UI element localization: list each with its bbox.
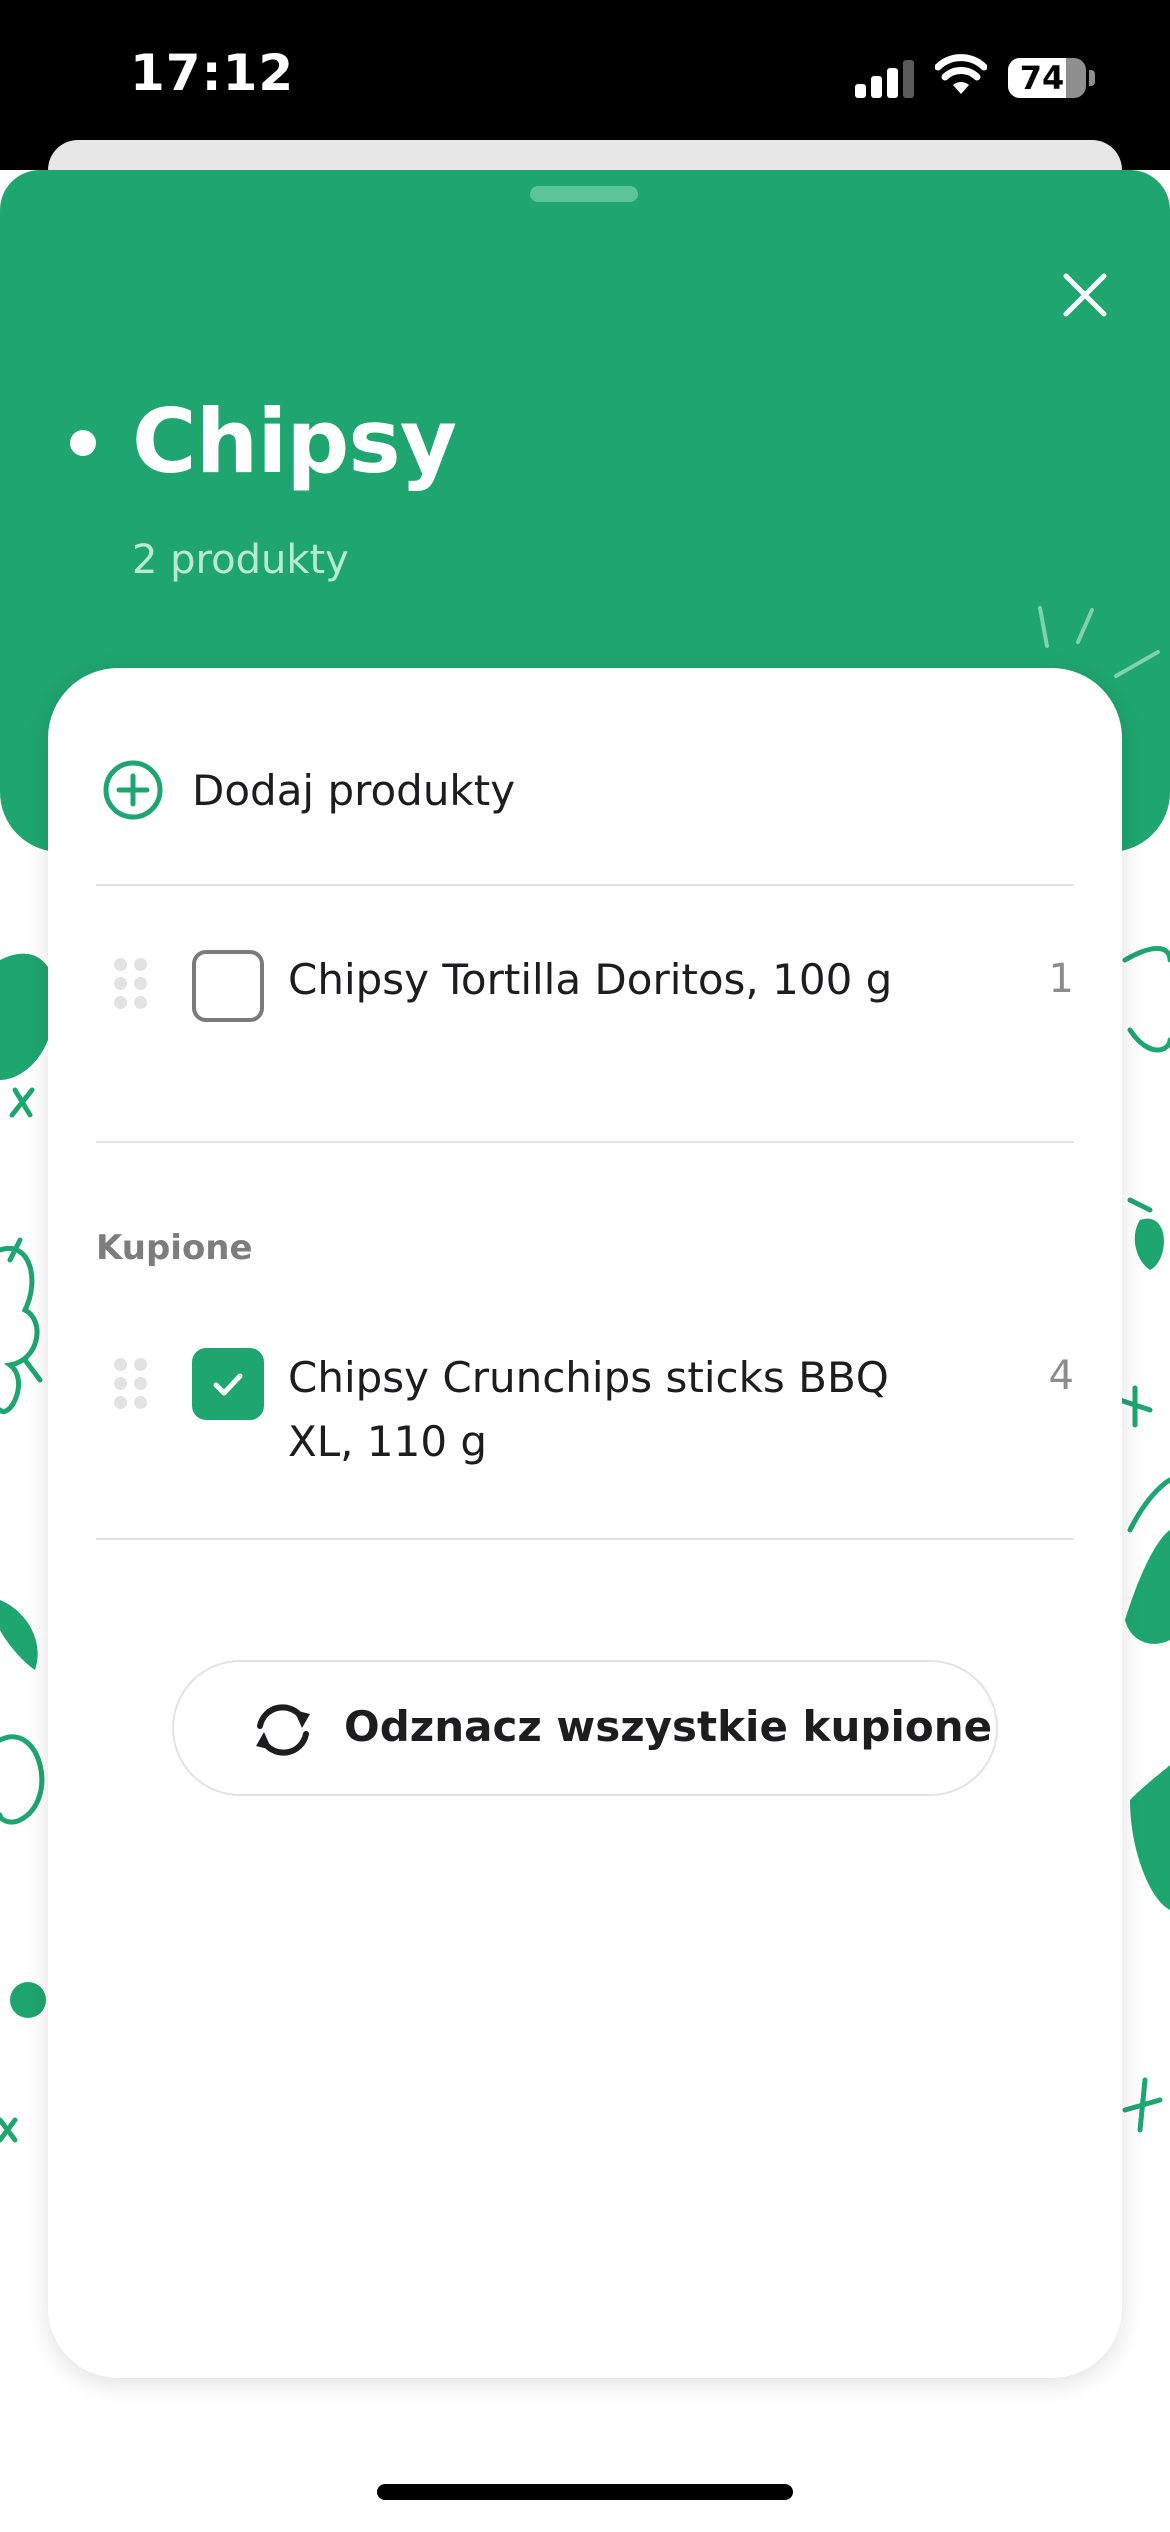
item-name[interactable]: Chipsy Crunchips sticks BBQ XL, 110 g [288,1346,908,1474]
item-checkbox-checked[interactable] [192,1348,264,1420]
uncheck-all-label: Odznacz wszystkie kupione [344,1702,993,1751]
home-indicator[interactable] [377,2484,793,2500]
drag-handle-icon[interactable] [114,958,148,1010]
cellular-signal-icon [855,58,915,98]
status-time: 17:12 [130,44,295,102]
bought-section-title: Kupione [96,1228,253,1268]
item-quantity[interactable]: 4 [1040,1353,1074,1399]
divider [96,884,1074,886]
battery-level: 74 [1019,59,1065,97]
item-quantity[interactable]: 1 [1040,956,1074,1002]
drag-handle-icon[interactable] [114,1358,148,1410]
product-list-card [48,668,1122,2378]
close-icon[interactable] [1060,270,1110,320]
divider [96,1538,1074,1540]
plus-circle-icon [103,760,163,820]
sheet-grabber[interactable] [530,186,638,202]
item-name[interactable]: Chipsy Tortilla Doritos, 100 g [288,948,908,1012]
wifi-icon [935,54,987,94]
add-products-row[interactable]: Dodaj produkty [48,730,1122,850]
item-checkbox[interactable] [192,950,264,1022]
refresh-icon [256,1704,310,1756]
battery-icon: 74 [1008,58,1086,98]
divider [96,1141,1074,1143]
checkmark-icon [213,1373,243,1396]
add-products-label: Dodaj produkty [192,766,516,815]
category-title: Chipsy [132,390,457,493]
category-bullet [70,430,96,456]
product-count: 2 produkty [132,537,349,583]
uncheck-all-bought-button[interactable]: Odznacz wszystkie kupione [172,1660,998,1796]
